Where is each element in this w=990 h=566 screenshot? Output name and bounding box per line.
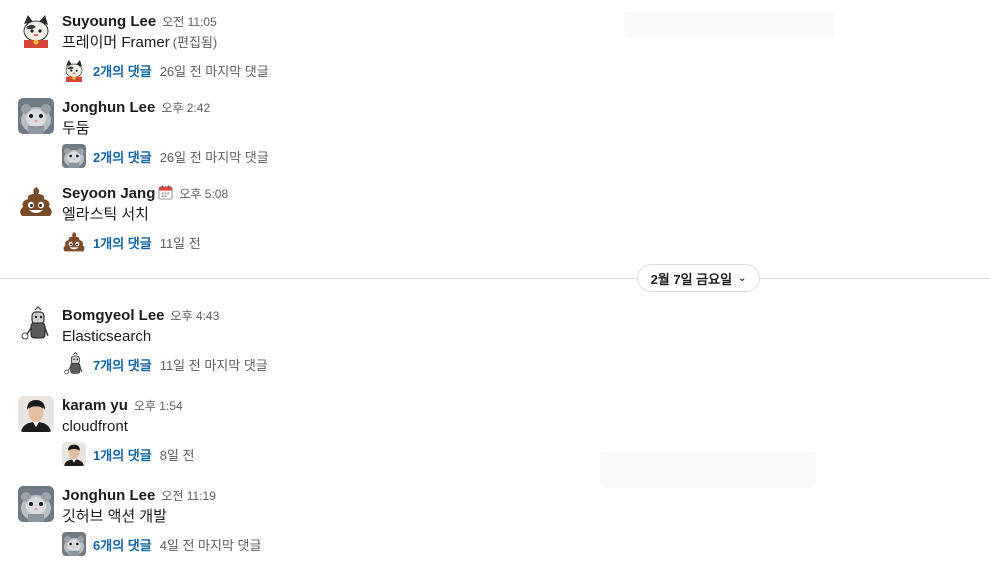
last-reply-time: 26일 전 마지막 댓글 (159, 63, 269, 79)
reply-count[interactable]: 7개의 댓글 (93, 355, 152, 374)
message-text: 깃허브 액션 개발 (62, 508, 167, 525)
calendar-icon[interactable] (158, 185, 173, 206)
message-item[interactable]: karam yu 오후 1:54 cloudfront 1개의 댓글 8일 전 (18, 396, 918, 476)
sketch-avatar-icon (18, 306, 54, 342)
hamster-avatar-icon (18, 486, 54, 522)
sketch-avatar-icon (62, 352, 86, 376)
reply-count[interactable]: 2개의 댓글 (93, 147, 152, 166)
message-timestamp[interactable]: 오전 11:19 (161, 489, 216, 503)
thread-replies-link[interactable]: 6개의 댓글 4일 전 마지막 댓글 (62, 532, 261, 556)
last-reply-time: 11일 전 (159, 235, 201, 251)
reply-count[interactable]: 1개의 댓글 (93, 233, 152, 252)
message-timestamp[interactable]: 오후 4:43 (171, 309, 220, 323)
reply-avatar (62, 352, 86, 376)
thread-replies-link[interactable]: 1개의 댓글 8일 전 (62, 442, 194, 466)
message-text: cloudfront (62, 418, 128, 435)
avatar[interactable] (18, 396, 54, 432)
avatar[interactable] (18, 12, 54, 48)
avatar[interactable] (18, 184, 54, 220)
message-text: 프레이머 Framer (62, 34, 170, 51)
date-divider-label: 2월 7일 금요일 (650, 271, 733, 287)
reply-avatar (62, 442, 86, 466)
poop-avatar-icon (18, 184, 54, 220)
cat-avatar-icon (18, 12, 54, 48)
message-item[interactable]: Suyoung Lee 오전 11:05 프레이머 Framer (편집됨) 2개의… (18, 12, 918, 92)
message-item[interactable]: Jonghun Lee 오후 2:42 두둠 2개의 댓글 26일 전 마지막 댓… (18, 98, 918, 178)
message-text: Elasticsearch (62, 328, 152, 345)
author-name[interactable]: karam yu (62, 397, 128, 414)
chevron-down-icon: ⌄ (738, 272, 747, 284)
message-item[interactable]: Jonghun Lee 오전 11:19 깃허브 액션 개발 6개의 댓글 4일 … (18, 486, 918, 566)
date-divider-line (0, 278, 990, 279)
reply-avatar (62, 532, 86, 556)
author-name[interactable]: Seyoon Jang (62, 185, 155, 202)
message-item[interactable]: Seyoon Jang 오후 5:08 엘라스틱 서치 1개의 댓글 11일 전 (18, 184, 918, 264)
avatar[interactable] (18, 306, 54, 342)
edited-label: (편집됨) (172, 35, 218, 50)
message-timestamp[interactable]: 오후 1:54 (134, 399, 183, 413)
thread-replies-link[interactable]: 7개의 댓글 11일 전 마지막 댓글 (62, 352, 268, 376)
message-text: 엘라스틱 서치 (62, 206, 149, 223)
last-reply-time: 11일 전 마지막 댓글 (159, 357, 268, 373)
author-name[interactable]: Bomgyeol Lee (62, 307, 165, 324)
poop-avatar-icon (62, 230, 86, 254)
thread-replies-link[interactable]: 2개의 댓글 26일 전 마지막 댓글 (62, 144, 269, 168)
message-timestamp[interactable]: 오후 5:08 (179, 187, 228, 201)
photo-avatar-icon (18, 396, 54, 432)
last-reply-time: 8일 전 (159, 447, 195, 463)
message-timestamp[interactable]: 오후 2:42 (161, 101, 210, 115)
photo-avatar-icon (62, 442, 86, 466)
reply-avatar (62, 230, 86, 254)
thread-replies-link[interactable]: 2개의 댓글 26일 전 마지막 댓글 (62, 58, 269, 82)
author-name[interactable]: Jonghun Lee (62, 487, 155, 504)
avatar[interactable] (18, 98, 54, 134)
author-name[interactable]: Jonghun Lee (62, 99, 155, 116)
hamster-avatar-icon (62, 532, 86, 556)
message-item[interactable]: Bomgyeol Lee 오후 4:43 Elasticsearch 7개의 댓글… (18, 306, 918, 386)
reply-count[interactable]: 1개의 댓글 (93, 445, 152, 464)
reply-count[interactable]: 2개의 댓글 (93, 61, 152, 80)
message-timestamp[interactable]: 오전 11:05 (162, 15, 217, 29)
avatar[interactable] (18, 486, 54, 522)
reply-avatar (62, 144, 86, 168)
hamster-avatar-icon (62, 144, 86, 168)
thread-replies-link[interactable]: 1개의 댓글 11일 전 (62, 230, 201, 254)
reply-count[interactable]: 6개의 댓글 (93, 535, 152, 554)
message-text: 두둠 (62, 120, 90, 137)
cat-avatar-icon (62, 58, 86, 82)
last-reply-time: 4일 전 마지막 댓글 (159, 537, 262, 553)
hamster-avatar-icon (18, 98, 54, 134)
author-name[interactable]: Suyoung Lee (62, 13, 156, 30)
date-divider-button[interactable]: 2월 7일 금요일 ⌄ (637, 264, 760, 292)
last-reply-time: 26일 전 마지막 댓글 (159, 149, 269, 165)
reply-avatar (62, 58, 86, 82)
